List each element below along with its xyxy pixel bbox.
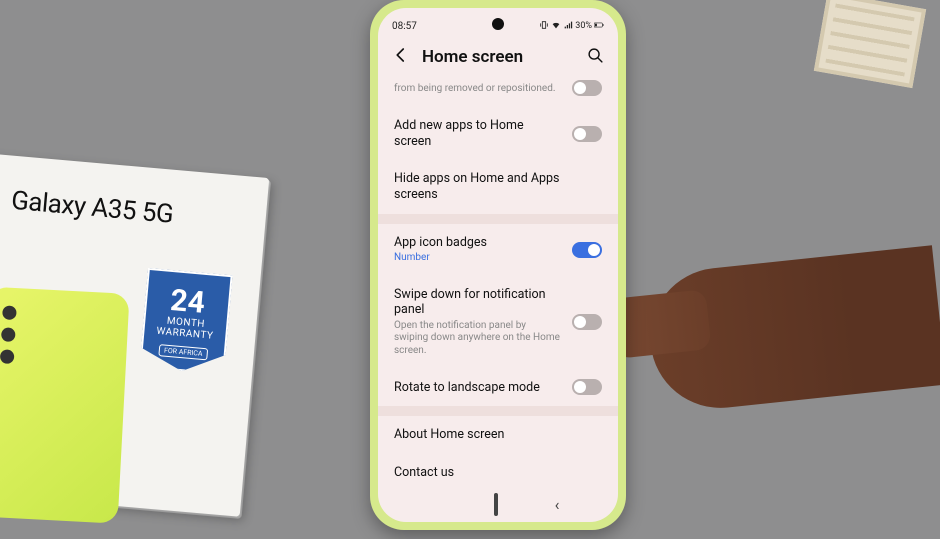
navigation-bar: ‹	[378, 490, 618, 522]
phone-device: 08:57 30% Home sc	[370, 0, 626, 530]
page-title: Home screen	[422, 47, 575, 67]
toggle-swipe-notification[interactable]	[572, 314, 602, 330]
search-icon[interactable]	[587, 47, 604, 68]
setting-lock-sub: from being removed or repositioned.	[394, 83, 562, 96]
setting-add-apps[interactable]: Add new apps to Home screen	[394, 107, 602, 160]
status-time: 08:57	[392, 21, 417, 32]
toggle-lock-layout[interactable]	[572, 80, 602, 96]
setting-rotate-title: Rotate to landscape mode	[394, 380, 562, 396]
setting-icon-badges[interactable]: App icon badges Number	[394, 224, 602, 276]
setting-lock-layout[interactable]: from being removed or repositioned.	[394, 80, 602, 107]
page-header: Home screen	[378, 38, 618, 80]
setting-contact[interactable]: Contact us	[394, 454, 602, 490]
setting-add-apps-title: Add new apps to Home screen	[394, 118, 562, 149]
setting-swipe-notification[interactable]: Swipe down for notification panel Open t…	[394, 276, 602, 369]
setting-about[interactable]: About Home screen	[394, 416, 602, 454]
wifi-icon	[551, 20, 561, 33]
section-divider	[378, 214, 618, 224]
product-phone-image	[0, 287, 130, 524]
nav-home-icon[interactable]	[494, 495, 498, 514]
nav-back-icon[interactable]: ‹	[555, 495, 560, 514]
battery-icon	[594, 20, 604, 33]
camera-hole	[492, 18, 504, 30]
section-divider-2	[378, 406, 618, 416]
toggle-rotate[interactable]	[572, 379, 602, 395]
setting-swipe-title: Swipe down for notification panel	[394, 287, 562, 318]
setting-contact-title: Contact us	[394, 465, 602, 481]
status-icons: 30%	[539, 20, 604, 33]
back-icon[interactable]	[392, 46, 410, 68]
vibrate-icon	[539, 20, 549, 33]
warranty-badge: 24 MONTH WARRANTY FOR AFRICA	[139, 268, 232, 375]
toggle-add-apps[interactable]	[572, 126, 602, 142]
badge-region: FOR AFRICA	[159, 344, 208, 360]
signal-icon	[563, 20, 573, 33]
setting-hide-apps-title: Hide apps on Home and Apps screens	[394, 171, 602, 202]
hand-finger	[643, 245, 940, 415]
setting-hide-apps[interactable]: Hide apps on Home and Apps screens	[394, 160, 602, 213]
wooden-block-prop	[814, 0, 926, 88]
battery-text: 30%	[575, 21, 592, 31]
phone-screen: 08:57 30% Home sc	[378, 8, 618, 522]
setting-badges-title: App icon badges	[394, 235, 562, 251]
setting-about-title: About Home screen	[394, 427, 602, 443]
setting-rotate[interactable]: Rotate to landscape mode	[394, 368, 602, 406]
toggle-icon-badges[interactable]	[572, 242, 602, 258]
product-box: Galaxy A35 5G 24 MONTH WARRANTY FOR AFRI…	[0, 153, 269, 517]
setting-badges-sub: Number	[394, 252, 562, 265]
product-title: Galaxy A35 5G	[10, 186, 247, 236]
setting-swipe-sub: Open the notification panel by swiping d…	[394, 320, 562, 358]
settings-list[interactable]: from being removed or repositioned. Add …	[378, 80, 618, 490]
